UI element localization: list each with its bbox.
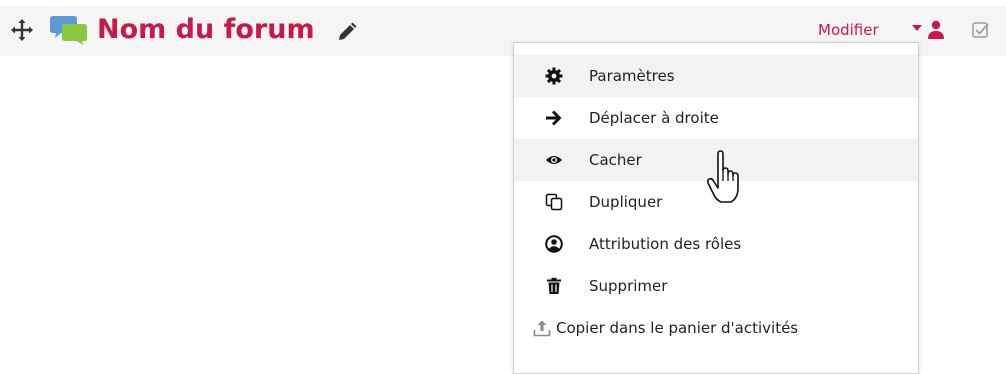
eye-icon [545, 151, 563, 169]
user-circle-icon [545, 235, 563, 253]
edit-menu-toggle[interactable]: Modifier [818, 20, 879, 40]
menu-item-supprimer[interactable]: Supprimer [514, 265, 918, 307]
menu-item-copier-panier[interactable]: Copier dans le panier d'activités [514, 307, 918, 349]
upload-tray-icon [533, 319, 551, 337]
checkbox-icon[interactable] [971, 20, 991, 40]
menu-item-label: Paramètres [589, 67, 675, 85]
menu-item-parametres[interactable]: Paramètres [514, 55, 918, 97]
menu-item-label: Supprimer [589, 277, 668, 295]
menu-item-label: Attribution des rôles [589, 235, 742, 253]
menu-item-attribution-roles[interactable]: Attribution des rôles [514, 223, 918, 265]
pencil-icon[interactable] [337, 22, 357, 42]
menu-item-label: Cacher [589, 151, 642, 169]
user-icon[interactable] [927, 20, 945, 40]
move-arrows-icon[interactable] [10, 18, 34, 42]
gear-icon [545, 67, 563, 85]
copy-icon [545, 193, 563, 211]
caret-down-icon[interactable] [912, 25, 922, 31]
arrow-right-icon [545, 109, 563, 127]
activity-title[interactable]: Nom du forum [97, 10, 315, 50]
forum-chat-icon [50, 14, 88, 46]
menu-item-dupliquer[interactable]: Dupliquer [514, 181, 918, 223]
menu-item-deplacer[interactable]: Déplacer à droite [514, 97, 918, 139]
menu-item-label: Dupliquer [589, 193, 663, 211]
trash-icon [545, 277, 563, 295]
edit-dropdown-menu: Paramètres Déplacer à droite Cacher Dupl… [513, 42, 919, 374]
menu-item-label: Déplacer à droite [589, 109, 719, 127]
menu-item-cacher[interactable]: Cacher [514, 139, 918, 181]
menu-item-label: Copier dans le panier d'activités [556, 319, 799, 337]
